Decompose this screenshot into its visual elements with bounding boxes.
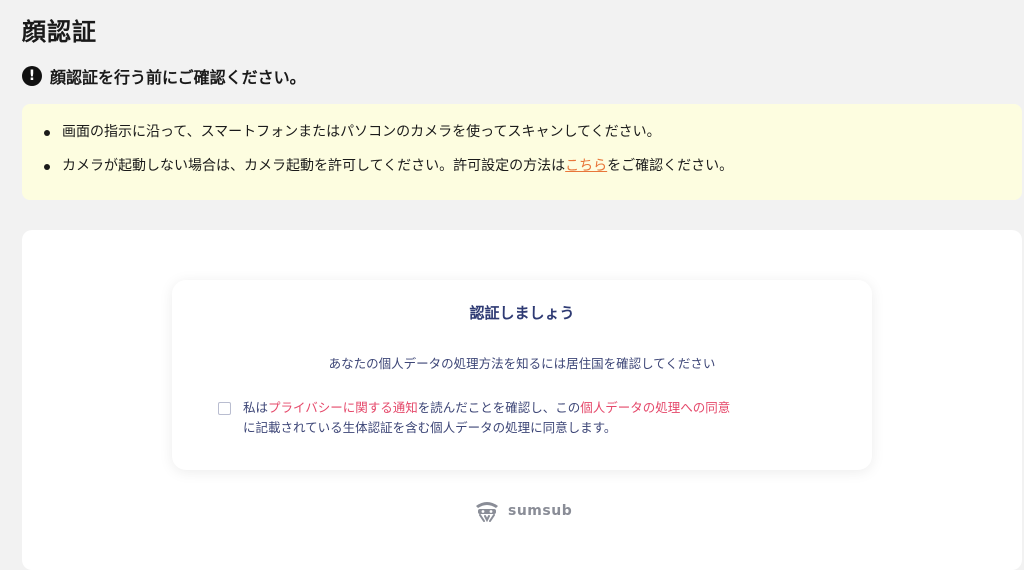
consent-text-part1: 私は [243, 400, 269, 415]
brand-name: sumsub [508, 503, 573, 519]
consent-checkbox[interactable] [218, 402, 231, 415]
data-processing-consent-link[interactable]: 個人データの処理への同意 [580, 400, 730, 415]
notice-item-camera: カメラが起動しない場合は、カメラ起動を許可してください。許可設定の方法はこちらを… [40, 156, 1022, 176]
exclamation-circle-icon: ! [22, 66, 42, 86]
verification-panel: 認証しましょう あなたの個人データの処理方法を知るには居住国を確認してください … [22, 230, 1022, 570]
consent-row: 私はプライバシーに関する通知を読んだことを確認し、この個人データの処理への同意に… [218, 398, 838, 438]
notice-item-camera-text-before: カメラが起動しない場合は、カメラ起動を許可してください。許可設定の方法は [62, 158, 566, 174]
sumsub-brand: sumsub [472, 500, 572, 522]
verification-card: 認証しましょう あなたの個人データの処理方法を知るには居住国を確認してください … [172, 280, 872, 470]
notice-heading-text: 顔認証を行う前にご確認ください。 [50, 68, 306, 87]
sumsub-logo-icon [476, 502, 498, 522]
consent-text: 私はプライバシーに関する通知を読んだことを確認し、この個人データの処理への同意に… [243, 398, 730, 438]
camera-permission-help-link[interactable]: こちら [565, 158, 607, 174]
notice-list: 画面の指示に沿って、スマートフォンまたはパソコンのカメラを使ってスキャンしてくだ… [40, 122, 1022, 176]
notice-item-camera-text-after: をご確認ください。 [607, 158, 734, 174]
consent-text-part2: を読んだことを確認し、この [417, 400, 581, 415]
consent-text-part3: に記載されている生体認証を含む個人データの処理に同意します。 [243, 420, 617, 435]
page-title: 顔認証 [22, 18, 97, 46]
notice-item-scan: 画面の指示に沿って、スマートフォンまたはパソコンのカメラを使ってスキャンしてくだ… [40, 122, 1022, 142]
notice-box: 画面の指示に沿って、スマートフォンまたはパソコンのカメラを使ってスキャンしてくだ… [22, 104, 1022, 200]
notice-item-scan-text: 画面の指示に沿って、スマートフォンまたはパソコンのカメラを使ってスキャンしてくだ… [62, 124, 661, 140]
card-title: 認証しましょう [469, 304, 575, 322]
privacy-notice-link[interactable]: プライバシーに関する通知 [268, 400, 418, 415]
notice-heading: ! 顔認証を行う前にご確認ください。 [22, 64, 306, 88]
card-subtitle: あなたの個人データの処理方法を知るには居住国を確認してください [328, 356, 716, 371]
